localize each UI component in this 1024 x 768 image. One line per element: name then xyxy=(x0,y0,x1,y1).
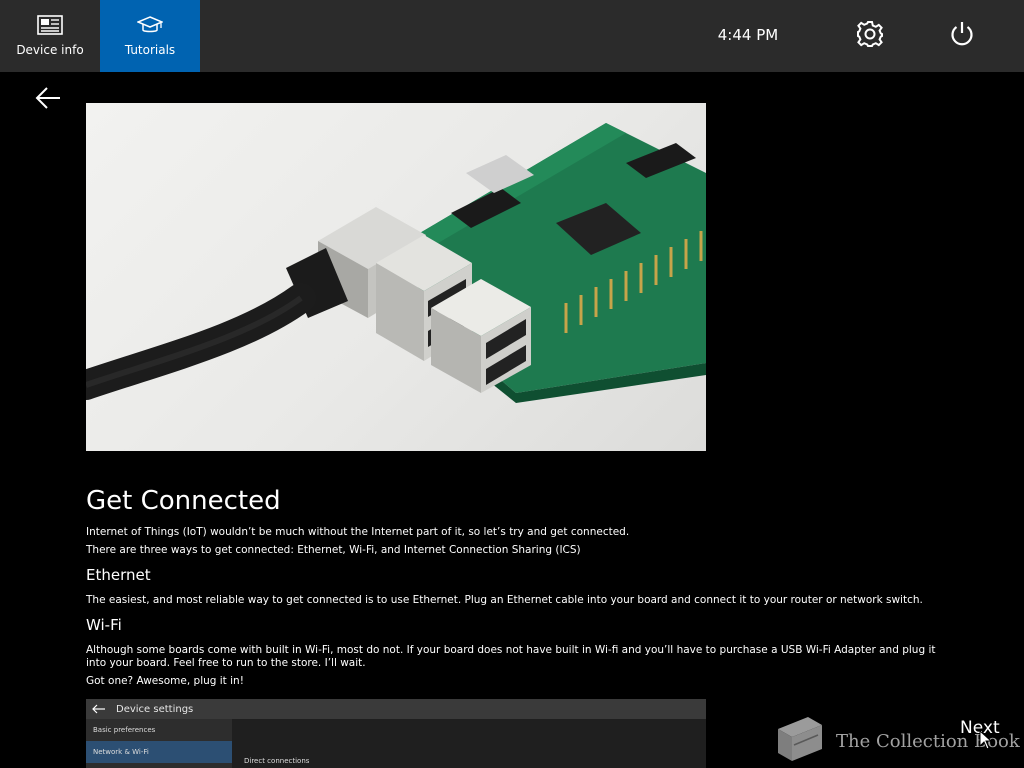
device-info-icon xyxy=(36,14,64,36)
embedded-sidebar: Basic preferences Network & Wi-Fi xyxy=(86,719,232,768)
intro-paragraph-2: There are three ways to get connected: E… xyxy=(86,544,581,556)
clock: 4:44 PM xyxy=(717,26,779,44)
tab-label: Device info xyxy=(16,43,84,57)
embedded-title: Device settings xyxy=(116,703,194,715)
back-arrow-icon xyxy=(34,86,62,114)
embedded-header: Device settings xyxy=(86,699,706,719)
gear-icon xyxy=(856,20,884,52)
embedded-sidebar-item: Basic preferences xyxy=(93,726,156,734)
book-icon xyxy=(772,715,826,767)
graduation-cap-icon xyxy=(136,14,164,36)
back-button[interactable] xyxy=(30,84,66,116)
ethernet-paragraph: The easiest, and most reliable way to ge… xyxy=(86,594,923,606)
mouse-cursor-icon xyxy=(979,729,993,754)
ethernet-heading: Ethernet xyxy=(86,566,151,584)
tab-tutorials[interactable]: Tutorials xyxy=(100,0,200,72)
article: Get Connected Internet of Things (IoT) w… xyxy=(86,484,946,693)
cable-illustration xyxy=(86,248,348,400)
power-icon xyxy=(948,20,976,52)
article-title: Get Connected xyxy=(86,486,281,516)
settings-button[interactable] xyxy=(852,18,888,54)
wifi-heading: Wi-Fi xyxy=(86,616,122,634)
embedded-screenshot: Device settings Basic preferences Networ… xyxy=(86,699,706,768)
tab-device-info[interactable]: Device info xyxy=(0,0,100,72)
embedded-sidebar-item: Network & Wi-Fi xyxy=(86,741,232,763)
hero-image xyxy=(86,103,706,451)
tab-label: Tutorials xyxy=(124,43,176,57)
back-arrow-icon xyxy=(86,704,112,714)
top-bar: Device info Tutorials 4:44 PM xyxy=(0,0,1024,72)
wifi-paragraph-2: Got one? Awesome, plug it in! xyxy=(86,675,244,687)
embedded-main-label: Direct connections xyxy=(244,757,310,765)
wifi-paragraph: Although some boards come with built in … xyxy=(86,644,936,669)
intro-paragraph-1: Internet of Things (IoT) wouldn’t be muc… xyxy=(86,526,630,538)
power-button[interactable] xyxy=(944,18,980,54)
